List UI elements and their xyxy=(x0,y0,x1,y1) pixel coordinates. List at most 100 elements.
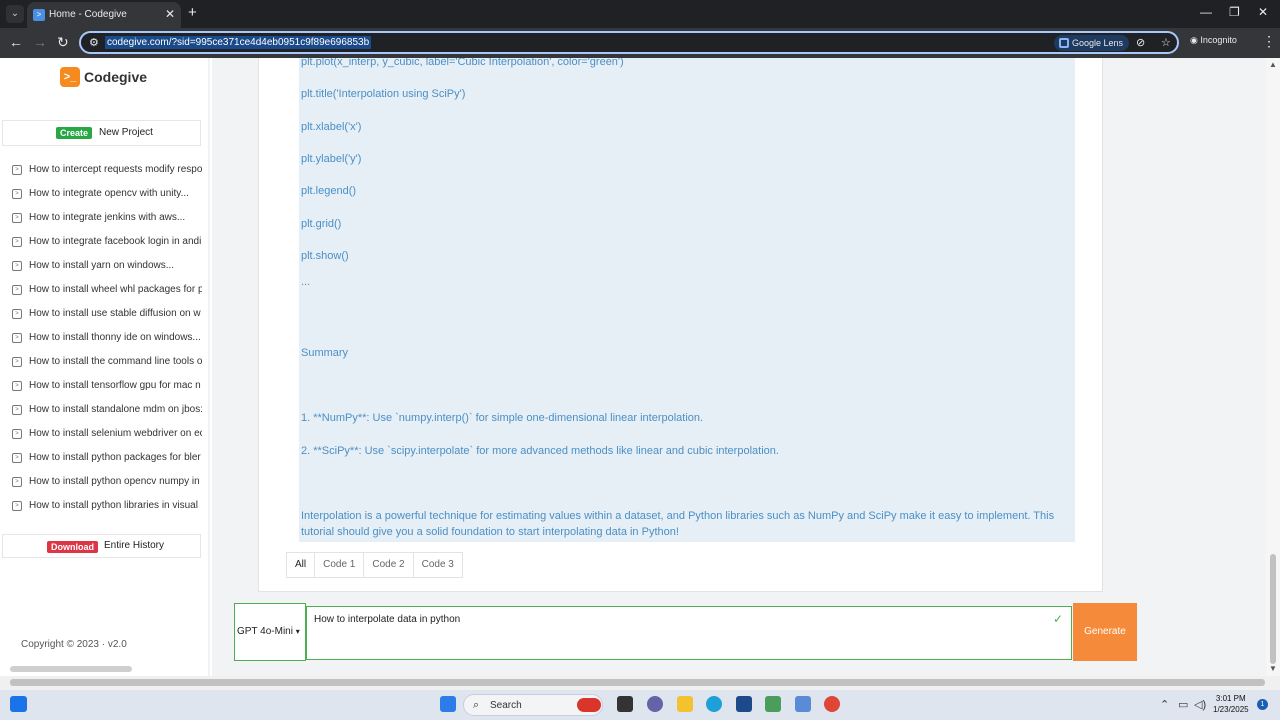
history-item-label: How to integrate opencv with unity... xyxy=(29,188,189,199)
reload-icon[interactable]: ↻ xyxy=(57,34,69,51)
horizontal-scrollbar[interactable] xyxy=(0,676,1280,690)
prompt-text: How to interpolate data in python xyxy=(314,614,461,625)
history-item[interactable]: > How to install the command line tools o xyxy=(0,352,202,376)
page-scrollbar-thumb[interactable] xyxy=(1270,554,1276,664)
check-icon: ✓ xyxy=(1052,612,1063,626)
store-icon[interactable] xyxy=(736,696,752,712)
clock-date: 1/23/2025 xyxy=(1213,705,1249,714)
address-url[interactable]: codegive.com/?sid=995ce371ce4d4eb0951c9f… xyxy=(105,36,372,49)
history-item-label: How to integrate jenkins with aws... xyxy=(29,212,186,223)
create-badge: Create xyxy=(56,127,93,139)
history-item-label: How to install use stable diffusion on w xyxy=(29,308,201,319)
brand-name[interactable]: Codegive xyxy=(84,69,147,85)
widgets-icon[interactable] xyxy=(10,696,27,712)
history-item[interactable]: > How to integrate jenkins with aws... xyxy=(0,208,202,232)
taskbar-clock[interactable]: 3:01 PM 1/23/2025 xyxy=(1213,693,1249,715)
terminal-icon: > xyxy=(12,237,22,247)
generate-button[interactable]: Generate xyxy=(1073,603,1137,661)
file-explorer-icon[interactable] xyxy=(677,696,693,712)
prompt-input[interactable]: How to interpolate data in python ✓ xyxy=(306,606,1072,660)
site-info-icon[interactable]: ⚙ xyxy=(89,36,99,49)
browser-toolbar: ← → ↻ ⚙ codegive.com/?sid=995ce371ce4d4e… xyxy=(0,28,1280,58)
summary-item: 2. **SciPy**: Use `scipy.interpolate` fo… xyxy=(301,445,779,457)
tray-overflow-icon[interactable]: ⌃ xyxy=(1160,698,1169,711)
browser-tabstrip: ⌄ > Home - Codegive ✕ + — ❐ ✕ xyxy=(0,0,1280,28)
history-item[interactable]: > How to install python opencv numpy in xyxy=(0,472,202,496)
restore-icon[interactable]: ❐ xyxy=(1229,5,1240,19)
history-item[interactable]: > How to install yarn on windows... xyxy=(0,256,202,280)
bookmark-star-icon[interactable]: ☆ xyxy=(1161,36,1171,49)
code-line: plt.ylabel('y') xyxy=(301,153,362,165)
browser-menu-icon[interactable]: ⋮ xyxy=(1262,33,1276,50)
history-item[interactable]: > How to install python libraries in visu… xyxy=(0,496,202,520)
tab-all[interactable]: All xyxy=(287,553,316,577)
code-line: plt.grid() xyxy=(301,218,342,230)
history-item[interactable]: > How to install python packages for bler xyxy=(0,448,202,472)
terminal-icon: > xyxy=(12,309,22,319)
notepad-icon[interactable] xyxy=(765,696,781,712)
history-item[interactable]: > How to intercept requests modify respo xyxy=(0,160,202,184)
download-history-button[interactable]: Download Entire History xyxy=(2,534,201,558)
codegive-favicon-icon: > xyxy=(33,9,45,21)
chrome-icon[interactable] xyxy=(824,696,840,712)
scroll-down-icon[interactable]: ▼ xyxy=(1269,664,1277,673)
google-lens-button[interactable]: Google Lens xyxy=(1054,35,1130,51)
volume-icon[interactable]: ◁) xyxy=(1194,698,1206,711)
terminal-icon: > xyxy=(12,381,22,391)
history-item[interactable]: > How to install use stable diffusion on … xyxy=(0,304,202,328)
history-item-label: How to integrate facebook login in andi xyxy=(29,236,202,247)
taskbar-search[interactable]: ⌕ Search xyxy=(463,694,603,716)
history-item[interactable]: > How to install standalone mdm on jbos: xyxy=(0,400,202,424)
history-item[interactable]: > How to install wheel whl packages for p xyxy=(0,280,202,304)
model-select[interactable]: GPT 4o-Mini ▾ xyxy=(234,603,306,661)
horizontal-scrollbar-thumb[interactable] xyxy=(10,679,1265,686)
history-item[interactable]: > How to integrate facebook login in andi xyxy=(0,232,202,256)
sidebar-scrollbar[interactable] xyxy=(10,666,132,672)
address-bar[interactable]: ⚙ codegive.com/?sid=995ce371ce4d4eb0951c… xyxy=(79,31,1179,54)
snipping-tool-icon[interactable] xyxy=(795,696,811,712)
back-icon[interactable]: ← xyxy=(9,34,23,50)
tab-code-1[interactable]: Code 1 xyxy=(315,553,365,577)
teams-icon[interactable] xyxy=(647,696,663,712)
history-item[interactable]: > How to install tensorflow gpu for mac n xyxy=(0,376,202,400)
history-item[interactable]: > How to integrate opencv with unity... xyxy=(0,184,202,208)
notification-badge[interactable]: 1 xyxy=(1257,699,1268,710)
code-line: plt.plot(x_interp, y_cubic, label='Cubic… xyxy=(301,58,624,68)
terminal-icon: > xyxy=(12,357,22,367)
eye-off-icon[interactable]: ⊘ xyxy=(1136,36,1145,49)
tab-title: Home - Codegive xyxy=(49,9,127,20)
new-tab-icon[interactable]: + xyxy=(188,4,197,21)
edge-icon[interactable] xyxy=(706,696,722,712)
windows-start-icon[interactable] xyxy=(440,696,456,712)
window-close-icon[interactable]: ✕ xyxy=(1258,5,1268,19)
history-item-label: How to install yarn on windows... xyxy=(29,260,175,271)
history-item-label: How to install wheel whl packages for p xyxy=(29,284,202,295)
history-item[interactable]: > How to install thonny ide on windows... xyxy=(0,328,202,352)
minimize-icon[interactable]: — xyxy=(1200,5,1212,19)
code-fence: ... xyxy=(301,276,311,288)
task-view-icon[interactable] xyxy=(617,696,633,712)
terminal-icon: > xyxy=(12,213,22,223)
search-label: Search xyxy=(490,700,522,711)
history-item-label: How to install selenium webdriver on ec xyxy=(29,428,202,439)
new-project-button[interactable]: Create New Project xyxy=(2,120,201,146)
history-item[interactable]: > How to install selenium webdriver on ec xyxy=(0,424,202,448)
forward-icon[interactable]: → xyxy=(33,34,47,50)
tab-search-icon[interactable]: ⌄ xyxy=(6,5,24,23)
page-scrollbar[interactable]: ▲ ▼ xyxy=(1266,58,1280,676)
tab-code-2[interactable]: Code 2 xyxy=(364,553,414,577)
incognito-indicator[interactable]: ◉ Incognito xyxy=(1190,35,1237,46)
codegive-logo-icon[interactable]: >_ xyxy=(60,67,80,87)
tab-close-icon[interactable]: ✕ xyxy=(165,7,175,21)
history-list: > How to intercept requests modify respo … xyxy=(0,160,202,520)
browser-tab[interactable]: > Home - Codegive ✕ xyxy=(27,2,181,28)
terminal-icon: > xyxy=(12,477,22,487)
tab-code-3[interactable]: Code 3 xyxy=(414,553,462,577)
terminal-icon: > xyxy=(12,405,22,415)
network-icon[interactable]: ▭ xyxy=(1178,698,1188,711)
sidebar-divider xyxy=(208,58,210,676)
incognito-icon: ◉ xyxy=(1190,35,1201,45)
scroll-up-icon[interactable]: ▲ xyxy=(1269,60,1277,69)
history-item-label: How to install python opencv numpy in xyxy=(29,476,200,487)
conclusion-paragraph: Interpolation is a powerful technique fo… xyxy=(301,510,1055,538)
